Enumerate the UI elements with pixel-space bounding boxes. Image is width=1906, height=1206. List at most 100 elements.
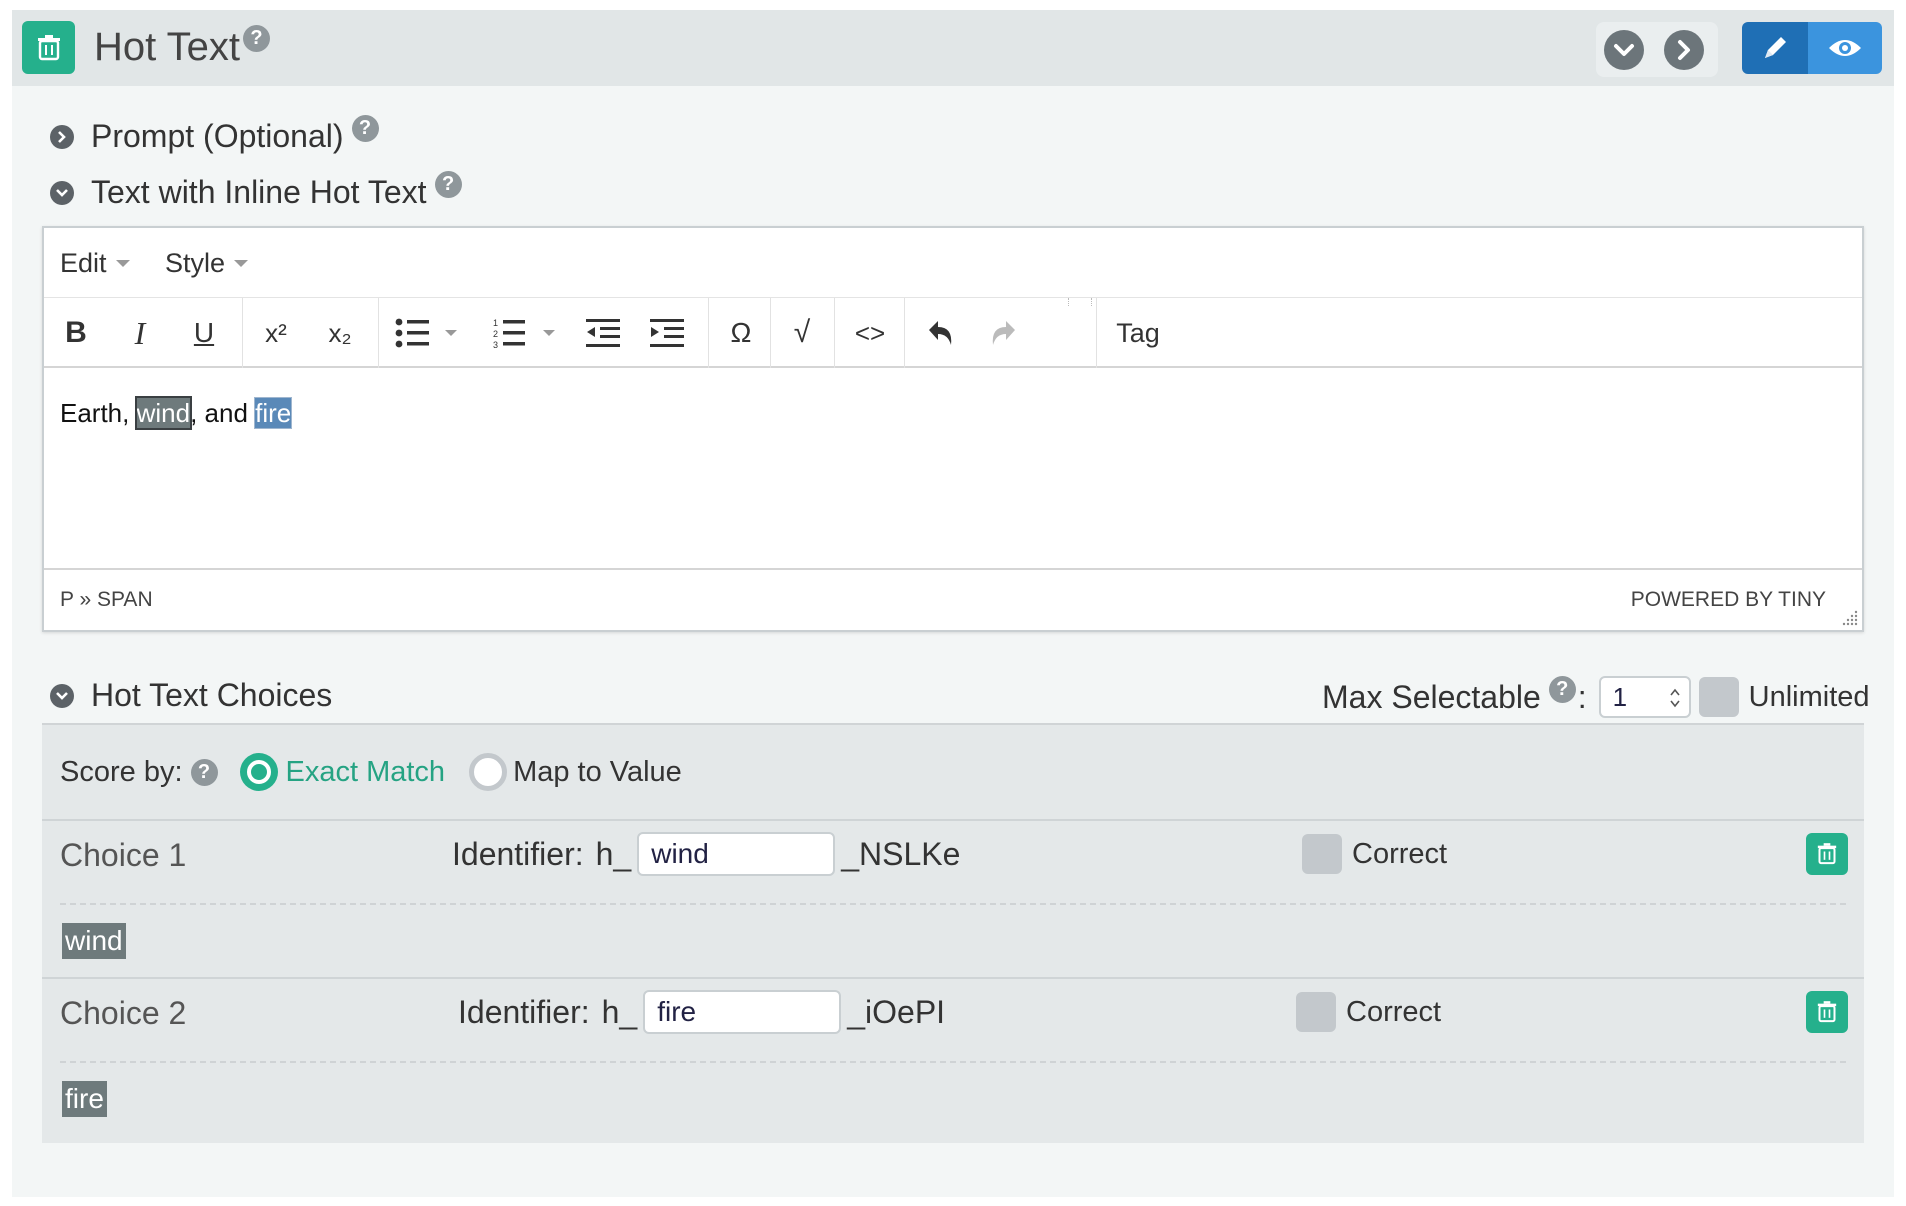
correct-label: Correct (1346, 995, 1442, 1028)
delete-interaction-button[interactable] (22, 21, 75, 74)
edit-mode-button[interactable] (1742, 22, 1808, 74)
help-icon[interactable]: ? (351, 115, 379, 142)
text-section-toggle[interactable]: Text with Inline Hot Text ? (50, 171, 462, 211)
correct-checkbox[interactable] (1296, 992, 1336, 1032)
toolbar-separator (770, 298, 771, 368)
help-icon[interactable]: ? (190, 758, 218, 786)
identifier-value: fire (657, 996, 697, 1027)
max-selectable-label: Max Selectable (1322, 678, 1541, 715)
exact-match-option[interactable]: Exact Match (239, 753, 446, 791)
delete-choice-button[interactable] (1806, 991, 1848, 1033)
delete-choice-button[interactable] (1806, 833, 1848, 875)
choices-section-toggle[interactable]: Hot Text Choices (50, 677, 332, 714)
identifier-suffix: _iOePI (847, 993, 946, 1030)
chevron-down-icon (50, 180, 74, 205)
editor-statusbar: P » SPAN POWERED BY TINY (44, 568, 1862, 630)
identifier-group: Identifier: h_ wind _NSLKe (452, 831, 960, 877)
numbered-list-button[interactable]: 1 2 3 (484, 298, 566, 368)
identifier-suffix: _NSLKe (841, 835, 961, 872)
caret-down-icon (115, 260, 130, 267)
max-selectable-input[interactable]: 1 (1598, 676, 1691, 718)
max-selectable-row: Max Selectable ? : 1 Unlimited (1322, 670, 1870, 724)
choices-section-label: Hot Text Choices (91, 677, 333, 713)
redo-button[interactable] (976, 298, 1032, 368)
trash-icon (1817, 1001, 1837, 1023)
powered-by-tiny[interactable]: POWERED BY TINY (1631, 588, 1826, 612)
svg-text:3: 3 (493, 340, 498, 349)
choice-row: Choice 1 Identifier: h_ wind _NSLKe Corr… (42, 819, 1864, 977)
prompt-section-label: Prompt (Optional) (91, 118, 344, 154)
superscript-button[interactable]: x² (250, 298, 302, 368)
toolbar-separator (242, 298, 243, 368)
math-button[interactable]: √ (776, 298, 828, 368)
nav-button-group (1596, 22, 1718, 77)
source-code-button[interactable]: <> (842, 298, 898, 368)
correct-checkbox[interactable] (1302, 834, 1342, 874)
edit-menu[interactable]: Edit (60, 248, 130, 279)
choice-row: Choice 2 Identifier: h_ fire _iOePI Corr… (42, 977, 1864, 1135)
resize-handle-icon[interactable] (1842, 610, 1858, 626)
hot-text-fire[interactable]: fire (254, 397, 293, 429)
hot-text-wind[interactable]: wind (134, 396, 193, 430)
collapse-button[interactable] (1604, 30, 1644, 70)
help-icon[interactable]: ? (243, 25, 270, 52)
correct-toggle[interactable]: Correct (1296, 991, 1441, 1033)
identifier-label: Identifier: (452, 835, 584, 872)
choice-label: Choice 1 (60, 837, 187, 873)
element-path[interactable]: P » SPAN (60, 588, 153, 612)
choice-text: wind (62, 923, 126, 959)
undo-button[interactable] (912, 298, 968, 368)
map-to-value-label: Map to Value (513, 755, 682, 788)
chevron-down-icon (50, 683, 74, 708)
eye-icon (1829, 40, 1861, 56)
chevron-right-icon (1678, 40, 1690, 60)
toolbar-separator (904, 298, 905, 368)
unlimited-checkbox[interactable] (1698, 677, 1739, 717)
indent-button[interactable] (640, 298, 694, 368)
spinner-icon[interactable] (1669, 686, 1681, 710)
tag-button[interactable]: Tag (1108, 298, 1168, 368)
interaction-title: Hot Text (94, 25, 240, 69)
identifier-input[interactable]: fire (643, 990, 842, 1034)
toolbar-separator (834, 298, 835, 368)
choices-panel: Score by: ? Exact Match Map to Value Cho… (42, 723, 1864, 1143)
preview-mode-button[interactable] (1808, 22, 1882, 74)
choice-divider (60, 903, 1846, 905)
map-to-value-option[interactable]: Map to Value (469, 753, 682, 791)
bold-button[interactable]: B (52, 298, 100, 368)
bullet-list-button[interactable] (386, 298, 468, 368)
max-selectable-value: 1 (1612, 681, 1628, 712)
underline-button[interactable]: U (180, 298, 228, 368)
radio-unselected[interactable] (469, 753, 508, 791)
exact-match-label: Exact Match (285, 755, 446, 788)
subscript-button[interactable]: x₂ (314, 298, 366, 368)
help-icon[interactable]: ? (1548, 675, 1576, 703)
chevron-right-icon (50, 124, 74, 149)
help-icon[interactable]: ? (434, 171, 462, 198)
hot-text-panel: Hot Text ? Prompt (Optional) ? Text with… (12, 10, 1894, 1197)
special-character-button[interactable]: Ω (716, 298, 766, 368)
unlimited-label: Unlimited (1748, 680, 1870, 713)
style-menu[interactable]: Style (165, 248, 249, 279)
panel-header: Hot Text ? (12, 10, 1894, 86)
editor-menubar: Edit Style (44, 228, 1862, 298)
editor-content[interactable]: Earth, wind, and fire (44, 368, 1862, 568)
correct-label: Correct (1352, 837, 1448, 870)
outdent-button[interactable] (576, 298, 630, 368)
redo-icon (992, 321, 1015, 345)
radio-selected[interactable] (239, 753, 278, 791)
correct-toggle[interactable]: Correct (1302, 833, 1447, 875)
rich-text-editor: Edit Style B I U x² x₂ 1 2 3 Ω √ <> Tag … (42, 226, 1864, 632)
identifier-input[interactable]: wind (637, 832, 836, 876)
choice-divider (60, 1061, 1846, 1063)
toolbar-separator (1096, 298, 1097, 368)
next-button[interactable] (1664, 30, 1704, 70)
toolbar-drag-handle[interactable] (1068, 298, 1092, 306)
choice-text: fire (62, 1081, 107, 1117)
identifier-label: Identifier: (458, 993, 590, 1030)
prompt-section-toggle[interactable]: Prompt (Optional) ? (50, 115, 379, 155)
content-text: Earth, (60, 398, 137, 428)
text-section-label: Text with Inline Hot Text (91, 174, 427, 210)
italic-button[interactable]: I (116, 298, 164, 368)
choice-label: Choice 2 (60, 995, 187, 1031)
